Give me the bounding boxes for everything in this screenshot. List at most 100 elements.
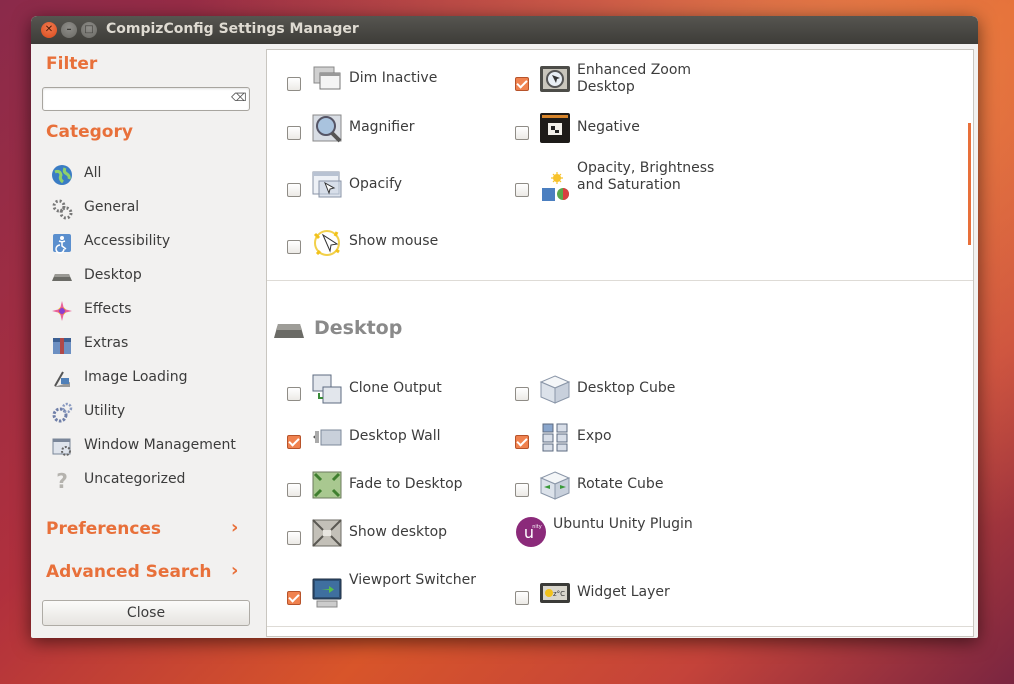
category-item-effects[interactable]: Effects	[51, 298, 251, 322]
plugin-checkbox[interactable]	[515, 126, 529, 140]
plugin-item[interactable]: Desktop Wall	[287, 421, 507, 461]
plugin-item[interactable]: Clone Output	[287, 373, 507, 413]
plugin-label: Widget Layer	[577, 584, 670, 600]
plugin-item[interactable]: u nity Ubuntu Unity Plugin	[515, 512, 735, 562]
show-mouse-icon	[313, 230, 340, 256]
plugin-checkbox[interactable]	[515, 77, 529, 91]
plugin-checkbox[interactable]	[287, 183, 301, 197]
globe-icon	[52, 165, 72, 185]
plugin-item[interactable]: Dim Inactive	[287, 63, 507, 103]
category-label: Accessibility	[84, 233, 171, 249]
plugin-checkbox[interactable]	[287, 531, 301, 545]
svg-text:nity: nity	[532, 524, 542, 530]
window-maximize-button[interactable]: □	[81, 22, 97, 38]
magnifier-icon	[312, 114, 342, 143]
plugin-checkbox[interactable]	[515, 387, 529, 401]
category-item-uncategorized[interactable]: ? Uncategorized	[51, 468, 251, 492]
chevron-right-icon[interactable]: ›	[231, 517, 238, 538]
filter-heading: Filter	[46, 54, 98, 74]
category-item-image-loading[interactable]: Image Loading	[51, 366, 251, 390]
filter-input[interactable]: ⌫	[42, 87, 250, 111]
plugin-label: Desktop Wall	[349, 428, 441, 444]
plugin-item[interactable]: Opacify	[287, 169, 507, 209]
section-divider	[267, 626, 973, 627]
category-item-window-management[interactable]: Window Management	[51, 434, 251, 458]
category-item-extras[interactable]: Extras	[51, 332, 251, 356]
plugin-checkbox[interactable]	[515, 435, 529, 449]
advanced-search-link[interactable]: Advanced Search	[46, 562, 211, 582]
plugin-item[interactable]: Show desktop	[287, 517, 507, 557]
plugin-item[interactable]: z°C Widget Layer	[515, 569, 735, 617]
plugin-checkbox[interactable]	[515, 183, 529, 197]
plugin-label: Opacity, Brightness and Saturation	[577, 160, 715, 193]
plugin-item[interactable]: Opacity, Brightness and Saturation	[515, 160, 735, 214]
clone-output-icon	[312, 374, 342, 404]
svg-text:?: ?	[56, 470, 68, 492]
category-item-accessibility[interactable]: Accessibility	[51, 230, 251, 254]
question-icon: ?	[56, 470, 68, 492]
category-heading: Category	[46, 122, 133, 142]
window-minimize-button[interactable]: –	[61, 22, 77, 38]
ubuntu-unity-icon: unity	[516, 517, 546, 547]
plugin-label: Ubuntu Unity Plugin	[553, 516, 693, 532]
negative-icon	[540, 113, 570, 143]
plugin-item[interactable]: Magnifier	[287, 112, 507, 152]
plugin-item[interactable]: Show mouse	[287, 226, 507, 266]
plugin-label: Magnifier	[349, 119, 415, 135]
category-label: Extras	[84, 335, 129, 351]
plugin-item[interactable]: Expo	[515, 421, 735, 461]
scrollbar-indicator[interactable]	[968, 123, 971, 245]
plugin-label: Viewport Switcher	[349, 572, 477, 588]
plugin-item[interactable]: Fade to Desktop	[287, 469, 507, 509]
enhanced-zoom-icon	[540, 66, 570, 92]
desktop-icon	[52, 274, 72, 281]
category-item-general[interactable]: General	[51, 196, 251, 220]
dim-inactive-icon	[313, 66, 341, 90]
plugin-item[interactable]: Viewport Switcher	[287, 569, 507, 617]
category-label: Image Loading	[84, 369, 188, 385]
chevron-right-icon[interactable]: ›	[231, 560, 238, 581]
plugin-label: Clone Output	[349, 380, 442, 396]
plugin-item[interactable]: Negative	[515, 112, 735, 152]
plugin-item[interactable]: Desktop Cube	[515, 373, 735, 413]
plugin-checkbox[interactable]	[287, 77, 301, 91]
accessibility-icon	[53, 234, 71, 254]
plugin-checkbox[interactable]	[287, 240, 301, 254]
plugin-item[interactable]: Enhanced Zoom Desktop	[515, 62, 735, 103]
plugin-checkbox[interactable]	[515, 591, 529, 605]
plugin-label: Show desktop	[349, 524, 448, 540]
category-label: All	[84, 165, 102, 181]
category-label: Desktop	[84, 267, 142, 283]
plugin-checkbox[interactable]	[287, 126, 301, 140]
expo-icon	[542, 423, 568, 452]
window-close-button[interactable]: ✕	[41, 22, 57, 38]
plugin-label: Fade to Desktop	[349, 476, 463, 492]
plugin-label: Show mouse	[349, 233, 439, 249]
category-item-all[interactable]: All	[51, 162, 251, 186]
plugin-checkbox[interactable]	[287, 591, 301, 605]
plugin-label: Dim Inactive	[349, 70, 438, 86]
image-loading-icon	[54, 371, 70, 387]
utility-icon	[52, 402, 73, 423]
category-label: General	[84, 199, 140, 215]
plugin-label: Enhanced Zoom Desktop	[577, 62, 692, 95]
plugin-list-panel[interactable]: Dim Inactive Enhanced Zoom Desktop Magni…	[266, 49, 974, 637]
close-button[interactable]: Close	[42, 600, 250, 626]
plugin-checkbox[interactable]	[287, 483, 301, 497]
preferences-link[interactable]: Preferences	[46, 519, 161, 539]
widget-layer-icon: z°C	[540, 583, 570, 603]
obs-icon	[542, 172, 569, 201]
title-bar[interactable]: ✕ – □ CompizConfig Settings Manager	[31, 16, 978, 44]
effects-icon	[52, 301, 72, 321]
category-item-utility[interactable]: Utility	[51, 400, 251, 424]
category-item-desktop[interactable]: Desktop	[51, 264, 251, 288]
plugin-checkbox[interactable]	[515, 483, 529, 497]
clear-filter-icon[interactable]: ⌫	[231, 91, 247, 105]
plugin-label: Rotate Cube	[577, 476, 664, 492]
section-divider	[267, 280, 973, 281]
plugin-checkbox[interactable]	[287, 435, 301, 449]
section-title: Desktop	[314, 317, 403, 339]
app-window: ✕ – □ CompizConfig Settings Manager Filt…	[31, 16, 978, 638]
plugin-checkbox[interactable]	[287, 387, 301, 401]
plugin-item[interactable]: Rotate Cube	[515, 469, 735, 509]
